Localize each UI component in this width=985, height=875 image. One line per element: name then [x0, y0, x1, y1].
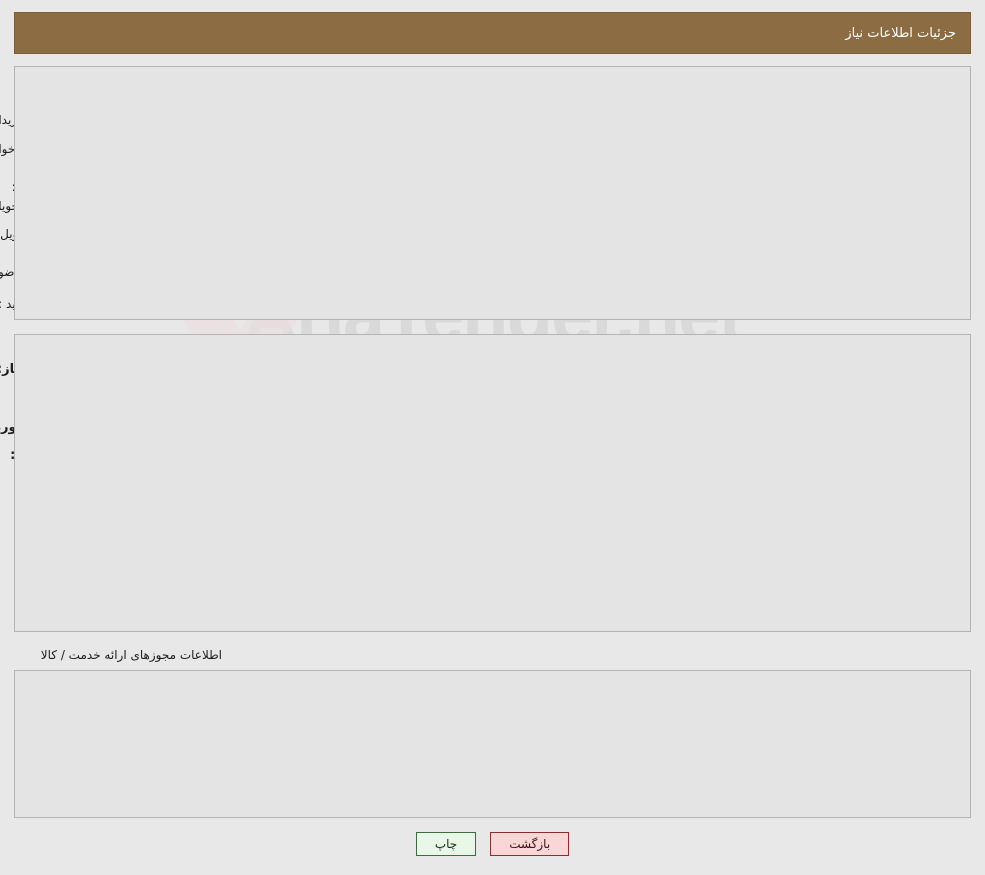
page-title: جزئیات اطلاعات نیاز	[845, 25, 956, 41]
page-root: AriaTender.net جزئیات اطلاعات نیاز شماره…	[0, 0, 985, 875]
back-button[interactable]: بازگشت	[490, 832, 570, 856]
page-title-bar: جزئیات اطلاعات نیاز	[14, 12, 971, 54]
services-panel	[14, 334, 971, 632]
permits-section-title: اطلاعات مجوزهای ارائه خدمت / کالا	[40, 648, 222, 662]
need-info-panel	[14, 66, 971, 320]
permits-panel	[14, 670, 971, 818]
print-button[interactable]: چاپ	[415, 832, 477, 856]
footer-button-row: بازگشت چاپ	[0, 832, 985, 856]
